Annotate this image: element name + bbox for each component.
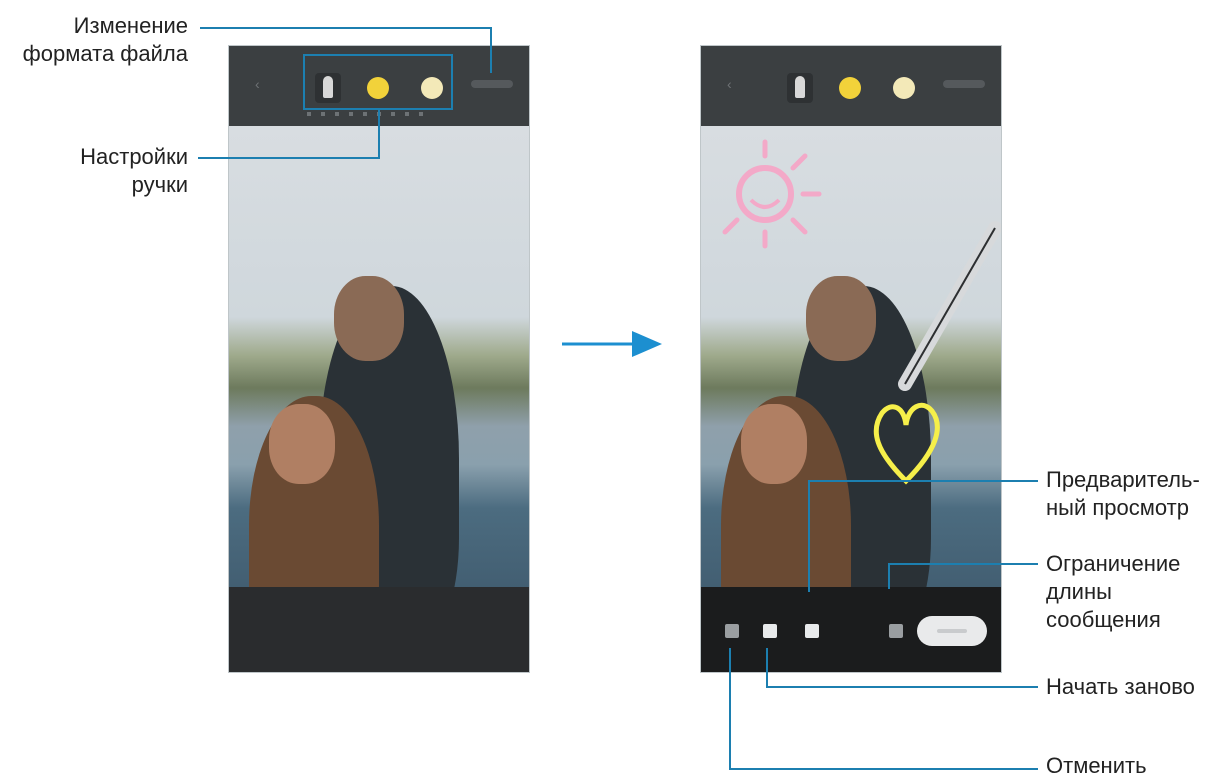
callout-line-undo bbox=[729, 768, 1038, 770]
heart-doodle bbox=[873, 402, 940, 485]
person-woman-head bbox=[269, 404, 335, 484]
pen-settings-box-right bbox=[451, 54, 453, 110]
back-icon[interactable]: ‹ bbox=[727, 76, 741, 92]
callout-line-pen-settings bbox=[198, 157, 380, 159]
label-message-limit: Ограничение длины сообщения bbox=[1046, 550, 1180, 634]
pen-settings-box-top bbox=[303, 54, 453, 56]
label-pen-settings: Настройки ручки bbox=[0, 143, 188, 199]
undo-icon[interactable] bbox=[725, 624, 739, 638]
bottom-toolbar bbox=[229, 587, 529, 672]
pen-settings-box-left bbox=[303, 54, 305, 110]
file-format-button[interactable] bbox=[943, 80, 985, 88]
label-pen-settings-line1: Настройки bbox=[80, 144, 188, 169]
callout-line-limit-v bbox=[888, 563, 890, 589]
callout-line-file-format-v bbox=[490, 27, 492, 73]
pen-color-cream[interactable] bbox=[893, 77, 915, 99]
person-woman-head bbox=[741, 404, 807, 484]
label-file-format-line2: формата файла bbox=[22, 41, 188, 66]
pen-style-icon[interactable] bbox=[315, 73, 341, 103]
callout-line-pen-settings-v bbox=[378, 110, 380, 158]
callout-line-start-over-v bbox=[766, 648, 768, 688]
arrow-right-icon bbox=[562, 331, 662, 357]
timer-icon[interactable] bbox=[889, 624, 903, 638]
label-message-limit-line3: сообщения bbox=[1046, 607, 1161, 632]
label-message-limit-line2: длины bbox=[1046, 579, 1112, 604]
back-icon[interactable]: ‹ bbox=[255, 76, 269, 92]
label-preview-line2: ный просмотр bbox=[1046, 495, 1189, 520]
pen-color-yellow[interactable] bbox=[839, 77, 861, 99]
callout-line-limit bbox=[888, 563, 1038, 565]
eraser-icon[interactable] bbox=[763, 624, 777, 638]
callout-line-preview bbox=[808, 480, 1038, 482]
pen-settings-indicator bbox=[307, 112, 427, 116]
label-undo: Отменить bbox=[1046, 753, 1147, 778]
person-man-head bbox=[334, 276, 404, 361]
label-message-limit-line1: Ограничение bbox=[1046, 551, 1181, 576]
play-icon[interactable] bbox=[805, 624, 819, 638]
label-preview: Предваритель- ный просмотр bbox=[1046, 466, 1200, 522]
send-button[interactable] bbox=[917, 616, 987, 646]
bottom-toolbar bbox=[701, 587, 1001, 672]
pen-color-cream[interactable] bbox=[421, 77, 443, 99]
pen-style-icon[interactable] bbox=[787, 73, 813, 103]
label-pen-settings-line2: ручки bbox=[131, 172, 188, 197]
right-phone-screen: ‹ bbox=[700, 45, 1002, 673]
sun-doodle bbox=[722, 139, 822, 249]
s-pen-icon bbox=[898, 221, 1001, 391]
callout-line-file-format bbox=[200, 27, 492, 29]
callout-line-undo-v bbox=[729, 648, 731, 770]
label-preview-line1: Предваритель- bbox=[1046, 467, 1200, 492]
callout-line-start-over bbox=[766, 686, 1038, 688]
person-man-head bbox=[806, 276, 876, 361]
drawing-toolbar: ‹ bbox=[701, 46, 1001, 126]
label-file-format-line1: Изменение bbox=[73, 13, 188, 38]
file-format-button[interactable] bbox=[471, 80, 513, 88]
pen-color-yellow[interactable] bbox=[367, 77, 389, 99]
callout-line-preview-v bbox=[808, 480, 810, 592]
label-start-over: Начать заново bbox=[1046, 674, 1195, 699]
label-file-format: Изменение формата файла bbox=[0, 12, 188, 68]
